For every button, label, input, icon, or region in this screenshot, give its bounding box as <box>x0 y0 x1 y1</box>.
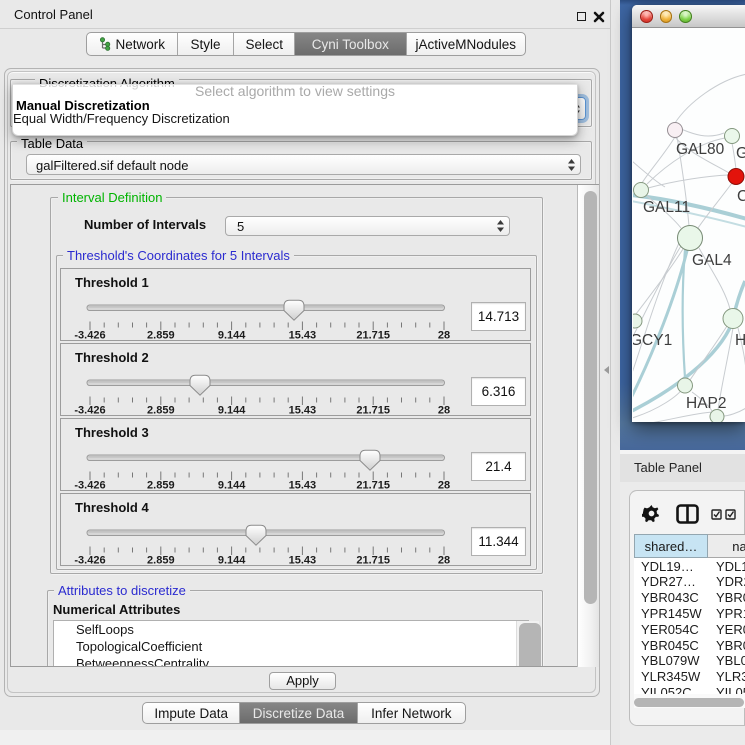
svg-text:GAL11: GAL11 <box>643 199 690 216</box>
svg-text:HAP2: HAP2 <box>686 395 727 412</box>
svg-text:GAL4: GAL4 <box>692 252 732 269</box>
svg-text:GAL: GAL <box>736 145 745 162</box>
svg-text:GCY1: GCY1 <box>633 332 672 349</box>
svg-text:CR: CR <box>737 188 745 205</box>
svg-text:H: H <box>735 332 745 349</box>
svg-text:GAL80: GAL80 <box>676 141 725 158</box>
